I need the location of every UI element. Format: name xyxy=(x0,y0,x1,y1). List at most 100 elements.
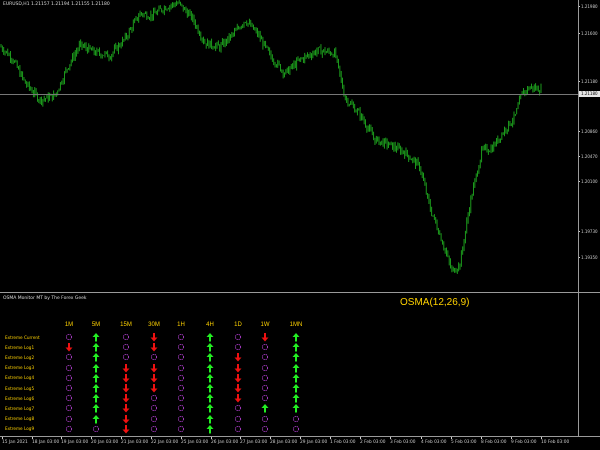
time-tick: 26 Jan 03:00 xyxy=(211,437,239,445)
neutral-signal-icon xyxy=(234,333,242,341)
time-tick: 9 Feb 03:00 xyxy=(511,437,537,445)
neutral-signal-icon xyxy=(65,405,73,412)
neutral-signal-icon xyxy=(65,395,73,402)
down-arrow-icon xyxy=(122,424,130,434)
neutral-signal-icon xyxy=(150,354,158,361)
price-tick: 1.20470 xyxy=(578,154,598,159)
up-arrow-icon xyxy=(292,394,300,403)
price-tick: 1.21980 xyxy=(578,4,598,9)
osma-title: OSMA(12,26,9) xyxy=(400,297,470,308)
time-tick: 3 Feb 03:00 xyxy=(390,437,416,445)
down-arrow-icon xyxy=(65,343,73,352)
down-arrow-icon xyxy=(234,384,242,393)
neutral-signal-icon xyxy=(177,354,185,361)
down-arrow-icon xyxy=(234,373,242,383)
down-arrow-icon xyxy=(234,363,242,373)
time-tick: 27 Jan 03:00 xyxy=(240,437,268,445)
down-arrow-icon xyxy=(234,353,242,362)
price-chart[interactable] xyxy=(0,0,578,292)
neutral-signal-icon xyxy=(92,425,100,432)
neutral-signal-icon xyxy=(292,415,300,422)
up-arrow-icon xyxy=(206,333,214,342)
up-arrow-icon xyxy=(292,363,300,373)
time-tick: 4 Feb 03:00 xyxy=(421,437,447,445)
neutral-signal-icon xyxy=(65,374,73,381)
down-arrow-icon xyxy=(150,384,158,393)
neutral-signal-icon xyxy=(150,395,158,402)
down-arrow-icon xyxy=(122,384,130,393)
neutral-signal-icon xyxy=(65,354,73,361)
time-tick: 28 Jan 03:00 xyxy=(270,437,298,445)
time-tick: 18 Jan 03:00 xyxy=(32,437,60,445)
up-arrow-icon xyxy=(292,353,300,362)
timeframe-header: 30M xyxy=(148,322,160,328)
up-arrow-icon xyxy=(206,373,214,383)
down-arrow-icon xyxy=(150,333,158,342)
symbol-info: EURUSD,H1 1.21157 1.21194 1.21155 1.2118… xyxy=(3,2,110,7)
up-arrow-icon xyxy=(92,384,100,393)
neutral-signal-icon xyxy=(234,344,242,351)
price-tick: 1.21600 xyxy=(578,31,598,36)
up-arrow-icon xyxy=(206,394,214,403)
time-axis[interactable]: 15 Jan 2021 18 Jan 03:00 19 Jan 03:00 20 Ja… xyxy=(0,437,600,450)
neutral-signal-icon xyxy=(65,364,73,371)
timeframe-header: 5M xyxy=(91,322,101,328)
neutral-signal-icon xyxy=(261,354,269,361)
up-arrow-icon xyxy=(92,343,100,352)
row-label: Extreme Current xyxy=(5,334,40,340)
price-tick: 1.20100 xyxy=(578,179,598,184)
neutral-signal-icon xyxy=(234,415,242,422)
down-arrow-icon xyxy=(150,343,158,352)
neutral-signal-icon xyxy=(261,395,269,402)
up-arrow-icon xyxy=(261,404,269,413)
neutral-signal-icon xyxy=(65,384,73,392)
neutral-signal-icon xyxy=(234,405,242,412)
neutral-signal-icon xyxy=(261,364,269,371)
neutral-signal-icon xyxy=(65,333,73,341)
down-arrow-icon xyxy=(150,363,158,373)
current-price-line xyxy=(0,94,578,95)
up-arrow-icon xyxy=(92,363,100,373)
timeframe-header: 1W xyxy=(260,322,270,328)
up-arrow-icon xyxy=(206,363,214,373)
row-label: Extreme Log4 xyxy=(5,375,35,381)
up-arrow-icon xyxy=(92,394,100,403)
neutral-signal-icon xyxy=(150,425,158,432)
timeframe-header: 15M xyxy=(120,322,132,328)
neutral-signal-icon xyxy=(261,425,269,432)
down-arrow-icon xyxy=(122,414,130,424)
up-arrow-icon xyxy=(92,373,100,383)
up-arrow-icon xyxy=(292,343,300,352)
time-tick: 29 Jan 03:00 xyxy=(300,437,328,445)
up-arrow-icon xyxy=(92,333,100,342)
row-label: Extreme Log2 xyxy=(5,354,35,360)
up-arrow-icon xyxy=(206,414,214,424)
price-axis[interactable]: 1.21980 1.21600 1.21180 1.20860 1.20470 1.201… xyxy=(578,0,600,292)
timeframe-header: 4H xyxy=(206,322,214,328)
neutral-signal-icon xyxy=(177,333,185,341)
neutral-signal-icon xyxy=(122,354,130,361)
neutral-signal-icon xyxy=(261,384,269,392)
row-label: Extreme Log5 xyxy=(5,385,35,391)
down-arrow-icon xyxy=(150,373,158,383)
neutral-signal-icon xyxy=(292,425,300,432)
neutral-signal-icon xyxy=(177,344,185,351)
neutral-signal-icon xyxy=(177,374,185,381)
indicator-panel-title: OSMA Monitor MT by The Forex Geek xyxy=(3,296,87,301)
time-tick: 19 Jan 03:00 xyxy=(61,437,89,445)
time-tick: 2 Feb 03:00 xyxy=(360,437,386,445)
time-tick: 15 Jan 2021 xyxy=(2,437,28,445)
row-label: Extreme Log9 xyxy=(5,426,35,432)
price-tick: 1.21180 xyxy=(578,79,598,84)
neutral-signal-icon xyxy=(177,364,185,371)
up-arrow-icon xyxy=(292,333,300,342)
up-arrow-icon xyxy=(206,343,214,352)
up-arrow-icon xyxy=(206,384,214,393)
time-tick: 1 Feb 03:00 xyxy=(330,437,356,445)
up-arrow-icon xyxy=(292,373,300,383)
up-arrow-icon xyxy=(92,353,100,362)
current-price-label: 1.21180 xyxy=(579,91,600,97)
indicator-scale xyxy=(578,292,600,436)
neutral-signal-icon xyxy=(122,333,130,341)
neutral-signal-icon xyxy=(150,415,158,422)
